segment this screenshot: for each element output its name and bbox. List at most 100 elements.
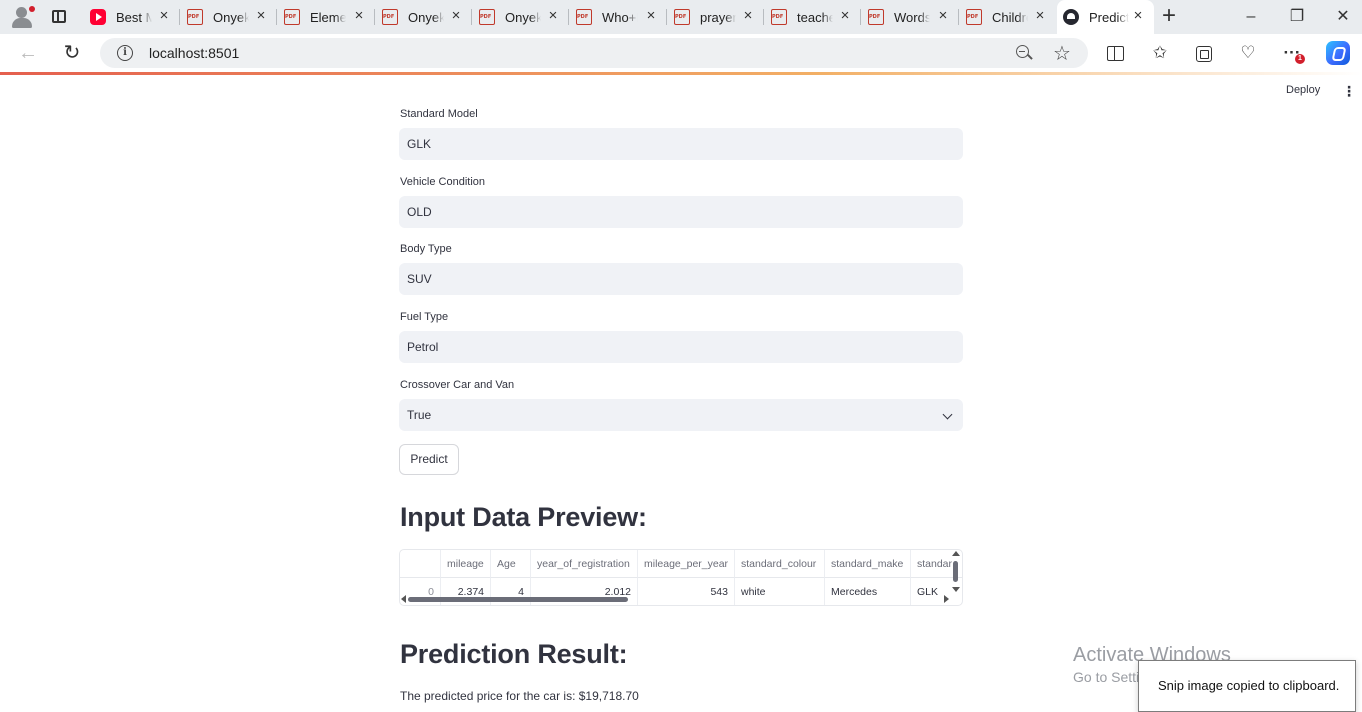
zoom-out-icon[interactable] xyxy=(1016,45,1034,63)
vehicle-condition-label: Vehicle Condition xyxy=(400,176,486,188)
profile-avatar-icon[interactable] xyxy=(10,6,35,28)
browser-tab-strip: Best M × Onyek × Elemen × Onyek × Onyek … xyxy=(0,0,1362,34)
table-cell[interactable]: white xyxy=(735,578,825,605)
tab-title: Who+I xyxy=(602,9,638,25)
predict-button[interactable]: Predict xyxy=(399,444,459,475)
tab-actions-icon[interactable] xyxy=(50,8,70,26)
browser-tab[interactable]: Elemen × xyxy=(278,0,375,34)
close-tab-icon[interactable]: × xyxy=(1034,8,1046,23)
pdf-icon xyxy=(868,9,884,25)
browser-tab-active[interactable]: Predict × xyxy=(1057,0,1154,34)
table-cell[interactable]: Mercedes xyxy=(825,578,911,605)
collections-icon[interactable] xyxy=(1193,43,1215,63)
horizontal-scrollbar[interactable] xyxy=(408,597,628,602)
prediction-result-text: The predicted price for the car is: $19,… xyxy=(400,689,639,703)
pdf-icon xyxy=(966,9,982,25)
tab-title: Onyek xyxy=(213,9,249,25)
tab-title: Predict xyxy=(1089,9,1129,25)
tab-title: Best M xyxy=(116,9,152,25)
scroll-down-icon[interactable] xyxy=(952,587,960,592)
favorite-star-icon[interactable]: ☆ xyxy=(1053,41,1071,66)
pdf-icon xyxy=(284,9,300,25)
browser-tab[interactable]: Best M × xyxy=(84,0,180,34)
address-bar[interactable]: i localhost:8501 ☆ xyxy=(100,38,1088,68)
pdf-icon xyxy=(771,9,787,25)
profile-alert-dot xyxy=(29,6,35,12)
close-tab-icon[interactable]: × xyxy=(255,8,267,23)
close-tab-icon[interactable]: × xyxy=(353,8,365,23)
crossover-select[interactable]: True xyxy=(399,399,963,431)
body-type-label: Body Type xyxy=(400,243,452,255)
browser-tab[interactable]: Onyek × xyxy=(181,0,277,34)
column-header[interactable]: Age xyxy=(491,550,531,578)
column-header[interactable]: mileage_per_year xyxy=(638,550,735,578)
scroll-up-icon[interactable] xyxy=(952,551,960,556)
scroll-left-icon[interactable] xyxy=(401,595,406,603)
url-text[interactable]: localhost:8501 xyxy=(149,45,239,61)
input-preview-heading: Input Data Preview: xyxy=(400,502,647,532)
favorites-icon[interactable]: ✩ xyxy=(1149,43,1171,63)
browser-tab[interactable]: prayer × xyxy=(668,0,764,34)
notification-badge: 1 xyxy=(1295,54,1305,64)
column-header[interactable]: standard_colour xyxy=(735,550,825,578)
close-tab-icon[interactable]: × xyxy=(450,8,462,23)
close-tab-icon[interactable]: × xyxy=(742,8,754,23)
site-info-icon[interactable]: i xyxy=(117,45,133,61)
scroll-right-icon[interactable] xyxy=(944,595,949,603)
vertical-scrollbar[interactable] xyxy=(953,561,958,582)
youtube-icon xyxy=(90,9,106,25)
new-tab-plus-icon[interactable]: + xyxy=(1162,4,1182,28)
tab-title: Words xyxy=(894,9,930,25)
browser-tab[interactable]: Onyek × xyxy=(376,0,472,34)
column-header[interactable]: mileage xyxy=(441,550,491,578)
browser-tab[interactable]: Onyek × xyxy=(473,0,569,34)
browser-tab[interactable]: teache × xyxy=(765,0,861,34)
column-header[interactable]: year_of_registration xyxy=(531,550,638,578)
tab-title: Onyek xyxy=(505,9,541,25)
back-arrow-icon[interactable]: ← xyxy=(17,42,39,64)
pdf-icon xyxy=(187,9,203,25)
restore-icon[interactable]: ❐ xyxy=(1274,5,1320,29)
fuel-type-input[interactable]: Petrol xyxy=(399,331,963,363)
close-tab-icon[interactable]: × xyxy=(839,8,851,23)
minimize-icon[interactable]: – xyxy=(1228,5,1274,29)
close-tab-icon[interactable]: × xyxy=(1132,8,1144,23)
close-tab-icon[interactable]: × xyxy=(645,8,657,23)
column-header[interactable]: standard_make xyxy=(825,550,911,578)
deploy-button[interactable]: Deploy xyxy=(1286,84,1320,96)
streamlit-icon xyxy=(1063,9,1079,25)
table-header-row: mileage Age year_of_registration mileage… xyxy=(400,550,962,578)
standard-model-label: Standard Model xyxy=(400,108,478,120)
close-tab-icon[interactable]: × xyxy=(547,8,559,23)
close-window-icon[interactable]: ✕ xyxy=(1320,5,1362,29)
close-tab-icon[interactable]: × xyxy=(937,8,949,23)
browser-essentials-icon[interactable]: ♡ xyxy=(1237,43,1259,63)
vehicle-condition-input[interactable]: OLD xyxy=(399,196,963,228)
pdf-icon xyxy=(576,9,592,25)
crossover-selected-value: True xyxy=(407,408,432,422)
table-cell[interactable]: 543 xyxy=(638,578,735,605)
refresh-icon[interactable]: ↻ xyxy=(61,42,83,64)
tab-title: Onyek xyxy=(408,9,444,25)
browser-toolbar: ← ↻ i localhost:8501 ☆ ✩ ♡ ··· xyxy=(0,34,1362,72)
pdf-icon xyxy=(674,9,690,25)
tab-title: prayer xyxy=(700,9,736,25)
tab-title: Childre xyxy=(992,9,1028,25)
copilot-icon[interactable] xyxy=(1326,41,1350,65)
main-menu-icon[interactable]: ⋮ xyxy=(1342,83,1356,99)
page-load-progress xyxy=(0,72,1362,75)
tab-title: Elemen xyxy=(310,9,346,25)
split-screen-icon[interactable] xyxy=(1104,43,1126,63)
crossover-label: Crossover Car and Van xyxy=(400,379,515,391)
standard-model-input[interactable]: GLK xyxy=(399,128,963,160)
close-tab-icon[interactable]: × xyxy=(158,8,170,23)
chevron-down-icon xyxy=(942,409,953,420)
column-header[interactable] xyxy=(400,550,441,578)
browser-tab[interactable]: Words × xyxy=(862,0,959,34)
table-cell[interactable]: GLK xyxy=(911,578,962,605)
browser-tab[interactable]: Who+I × xyxy=(570,0,667,34)
snip-toast-notification[interactable]: Snip image copied to clipboard. xyxy=(1138,660,1356,712)
prediction-result-heading: Prediction Result: xyxy=(400,639,628,669)
browser-tab[interactable]: Childre × xyxy=(960,0,1056,34)
body-type-input[interactable]: SUV xyxy=(399,263,963,295)
